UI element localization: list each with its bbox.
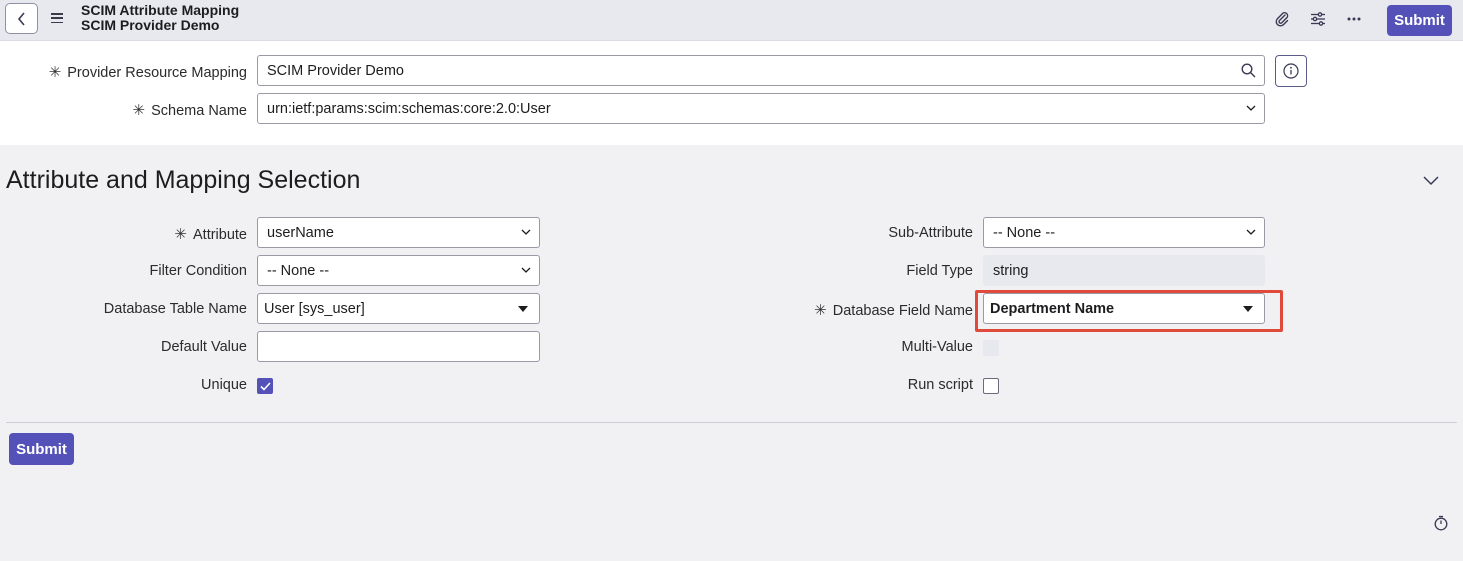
page-title: SCIM Attribute Mapping SCIM Provider Dem… <box>81 3 239 33</box>
highlight-annotation <box>975 290 1283 332</box>
required-marker: ✳ <box>132 102 146 119</box>
chevron-down-icon[interactable] <box>1422 173 1440 187</box>
lookup-search-button[interactable] <box>1233 55 1265 86</box>
provider-resource-mapping-label: ✳ Provider Resource Mapping <box>48 64 247 81</box>
attribute-select[interactable]: userName <box>257 217 540 248</box>
section-title: Attribute and Mapping Selection <box>6 166 361 194</box>
info-icon <box>1283 63 1299 79</box>
sub-attribute-select[interactable]: -- None -- <box>983 217 1265 248</box>
schema-name-select[interactable]: urn:ietf:params:scim:schemas:core:2.0:Us… <box>257 93 1265 124</box>
submit-button-bottom[interactable]: Submit <box>9 433 74 465</box>
multi-value-label: Multi-Value <box>901 339 973 355</box>
filter-condition-select[interactable]: -- None -- <box>257 255 540 286</box>
filter-condition-label: Filter Condition <box>149 263 247 279</box>
caret-down-icon <box>518 306 528 312</box>
multi-value-checkbox <box>983 340 999 356</box>
divider <box>6 422 1457 423</box>
field-type-label: Field Type <box>906 263 973 279</box>
search-icon <box>1241 63 1256 78</box>
settings-sliders-icon[interactable] <box>1308 9 1328 29</box>
provider-resource-mapping-input[interactable]: SCIM Provider Demo <box>257 55 1234 86</box>
run-script-checkbox[interactable] <box>983 378 999 394</box>
default-value-label: Default Value <box>161 339 247 355</box>
attachment-icon[interactable] <box>1272 9 1292 29</box>
chevron-down-icon <box>1246 105 1256 111</box>
run-script-label: Run script <box>907 377 973 393</box>
checkmark-icon <box>259 381 271 391</box>
chevron-down-icon <box>521 267 531 273</box>
schema-name-label: ✳ Schema Name <box>132 102 247 119</box>
unique-label: Unique <box>201 377 247 393</box>
database-table-name-select[interactable]: User [sys_user] <box>257 293 540 324</box>
database-table-name-label: Database Table Name <box>103 301 247 317</box>
more-icon[interactable] <box>1344 9 1364 29</box>
required-marker: ✳ <box>48 64 62 81</box>
field-type-value: string <box>983 255 1265 286</box>
chevron-down-icon <box>521 229 531 235</box>
back-icon <box>17 11 25 26</box>
database-field-name-label: ✳ Database Field Name <box>814 302 973 319</box>
submit-button-top[interactable]: Submit <box>1387 5 1452 36</box>
menu-icon[interactable] <box>51 13 63 23</box>
form-header: SCIM Attribute Mapping SCIM Provider Dem… <box>0 0 1463 41</box>
chevron-down-icon <box>1246 229 1256 235</box>
attribute-label: ✳ Attribute <box>174 226 247 243</box>
info-button[interactable] <box>1275 55 1307 87</box>
timer-icon[interactable] <box>1433 515 1449 531</box>
top-form-section: ✳ Provider Resource Mapping SCIM Provider… <box>0 41 1463 145</box>
required-marker: ✳ <box>814 302 827 319</box>
sub-attribute-label: Sub-Attribute <box>888 225 973 241</box>
default-value-input[interactable] <box>257 331 540 362</box>
form-subtitle: SCIM Provider Demo <box>81 17 220 33</box>
form-title: SCIM Attribute Mapping <box>81 2 240 18</box>
back-button[interactable] <box>5 3 38 34</box>
required-marker: ✳ <box>174 226 187 243</box>
unique-checkbox[interactable] <box>257 378 273 394</box>
